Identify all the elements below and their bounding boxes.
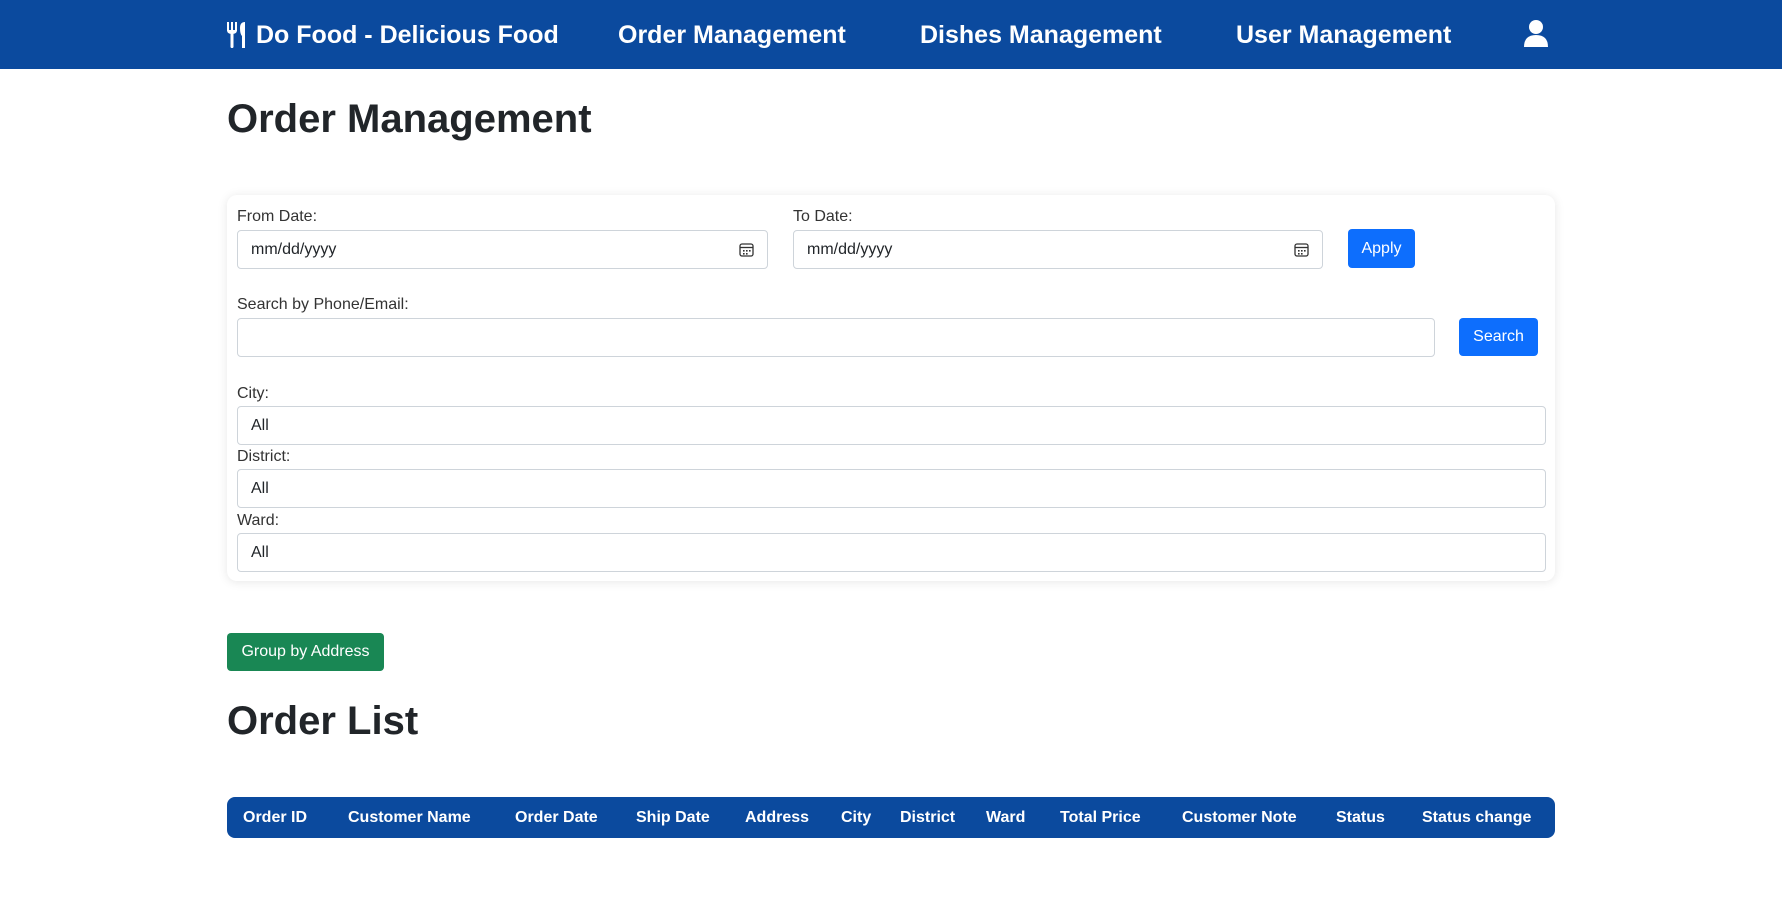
district-select[interactable]: All xyxy=(237,469,1546,508)
city-select[interactable]: All xyxy=(237,406,1546,445)
fork-knife-icon xyxy=(227,22,245,48)
nav-order-management[interactable]: Order Management xyxy=(618,20,846,50)
order-list-title: Order List xyxy=(227,699,419,743)
column-header-status-change[interactable]: Status change xyxy=(1422,808,1531,828)
ward-select[interactable]: All xyxy=(237,533,1546,572)
group-by-address-button[interactable]: Group by Address xyxy=(227,633,384,671)
ward-label: Ward: xyxy=(237,512,280,529)
from-date-input[interactable]: mm/dd/yyyy xyxy=(237,230,768,269)
from-date-value: mm/dd/yyyy xyxy=(251,241,337,258)
column-header-customer-note[interactable]: Customer Note xyxy=(1182,808,1297,828)
ward-selected-value: All xyxy=(251,544,269,561)
calendar-icon[interactable] xyxy=(739,242,754,257)
nav-dishes-management[interactable]: Dishes Management xyxy=(920,20,1162,50)
search-label: Search by Phone/Email: xyxy=(237,296,409,313)
column-header-customer-name[interactable]: Customer Name xyxy=(348,808,471,828)
column-header-order-date[interactable]: Order Date xyxy=(515,808,598,828)
from-date-label: From Date: xyxy=(237,208,318,225)
to-date-input[interactable]: mm/dd/yyyy xyxy=(793,230,1323,269)
order-table-header: Order ID Customer Name Order Date Ship D… xyxy=(227,797,1555,838)
city-selected-value: All xyxy=(251,417,269,434)
column-header-order-id[interactable]: Order ID xyxy=(243,808,307,828)
column-header-total-price[interactable]: Total Price xyxy=(1060,808,1141,828)
district-label: District: xyxy=(237,448,291,465)
column-header-city[interactable]: City xyxy=(841,808,871,828)
to-date-label: To Date: xyxy=(793,208,853,225)
user-icon[interactable] xyxy=(1523,19,1549,47)
city-label: City: xyxy=(237,385,269,402)
search-input[interactable] xyxy=(237,318,1435,357)
column-header-status[interactable]: Status xyxy=(1336,808,1385,828)
search-button[interactable]: Search xyxy=(1459,318,1538,356)
page-title: Order Management xyxy=(227,97,592,141)
column-header-ship-date[interactable]: Ship Date xyxy=(636,808,710,828)
brand-link[interactable]: Do Food - Delicious Food xyxy=(226,20,559,50)
column-header-ward[interactable]: Ward xyxy=(986,808,1025,828)
apply-button[interactable]: Apply xyxy=(1348,229,1415,268)
brand-name: Do Food - Delicious Food xyxy=(256,21,559,49)
to-date-value: mm/dd/yyyy xyxy=(807,241,893,258)
filter-panel: From Date: mm/dd/yyyy To Date: mm/dd/yyy… xyxy=(227,195,1555,581)
nav-user-management[interactable]: User Management xyxy=(1236,20,1451,50)
column-header-address[interactable]: Address xyxy=(745,808,809,828)
district-selected-value: All xyxy=(251,480,269,497)
column-header-district[interactable]: District xyxy=(900,808,955,828)
calendar-icon[interactable] xyxy=(1294,242,1309,257)
top-navbar: Do Food - Delicious Food Order Managemen… xyxy=(0,0,1782,69)
